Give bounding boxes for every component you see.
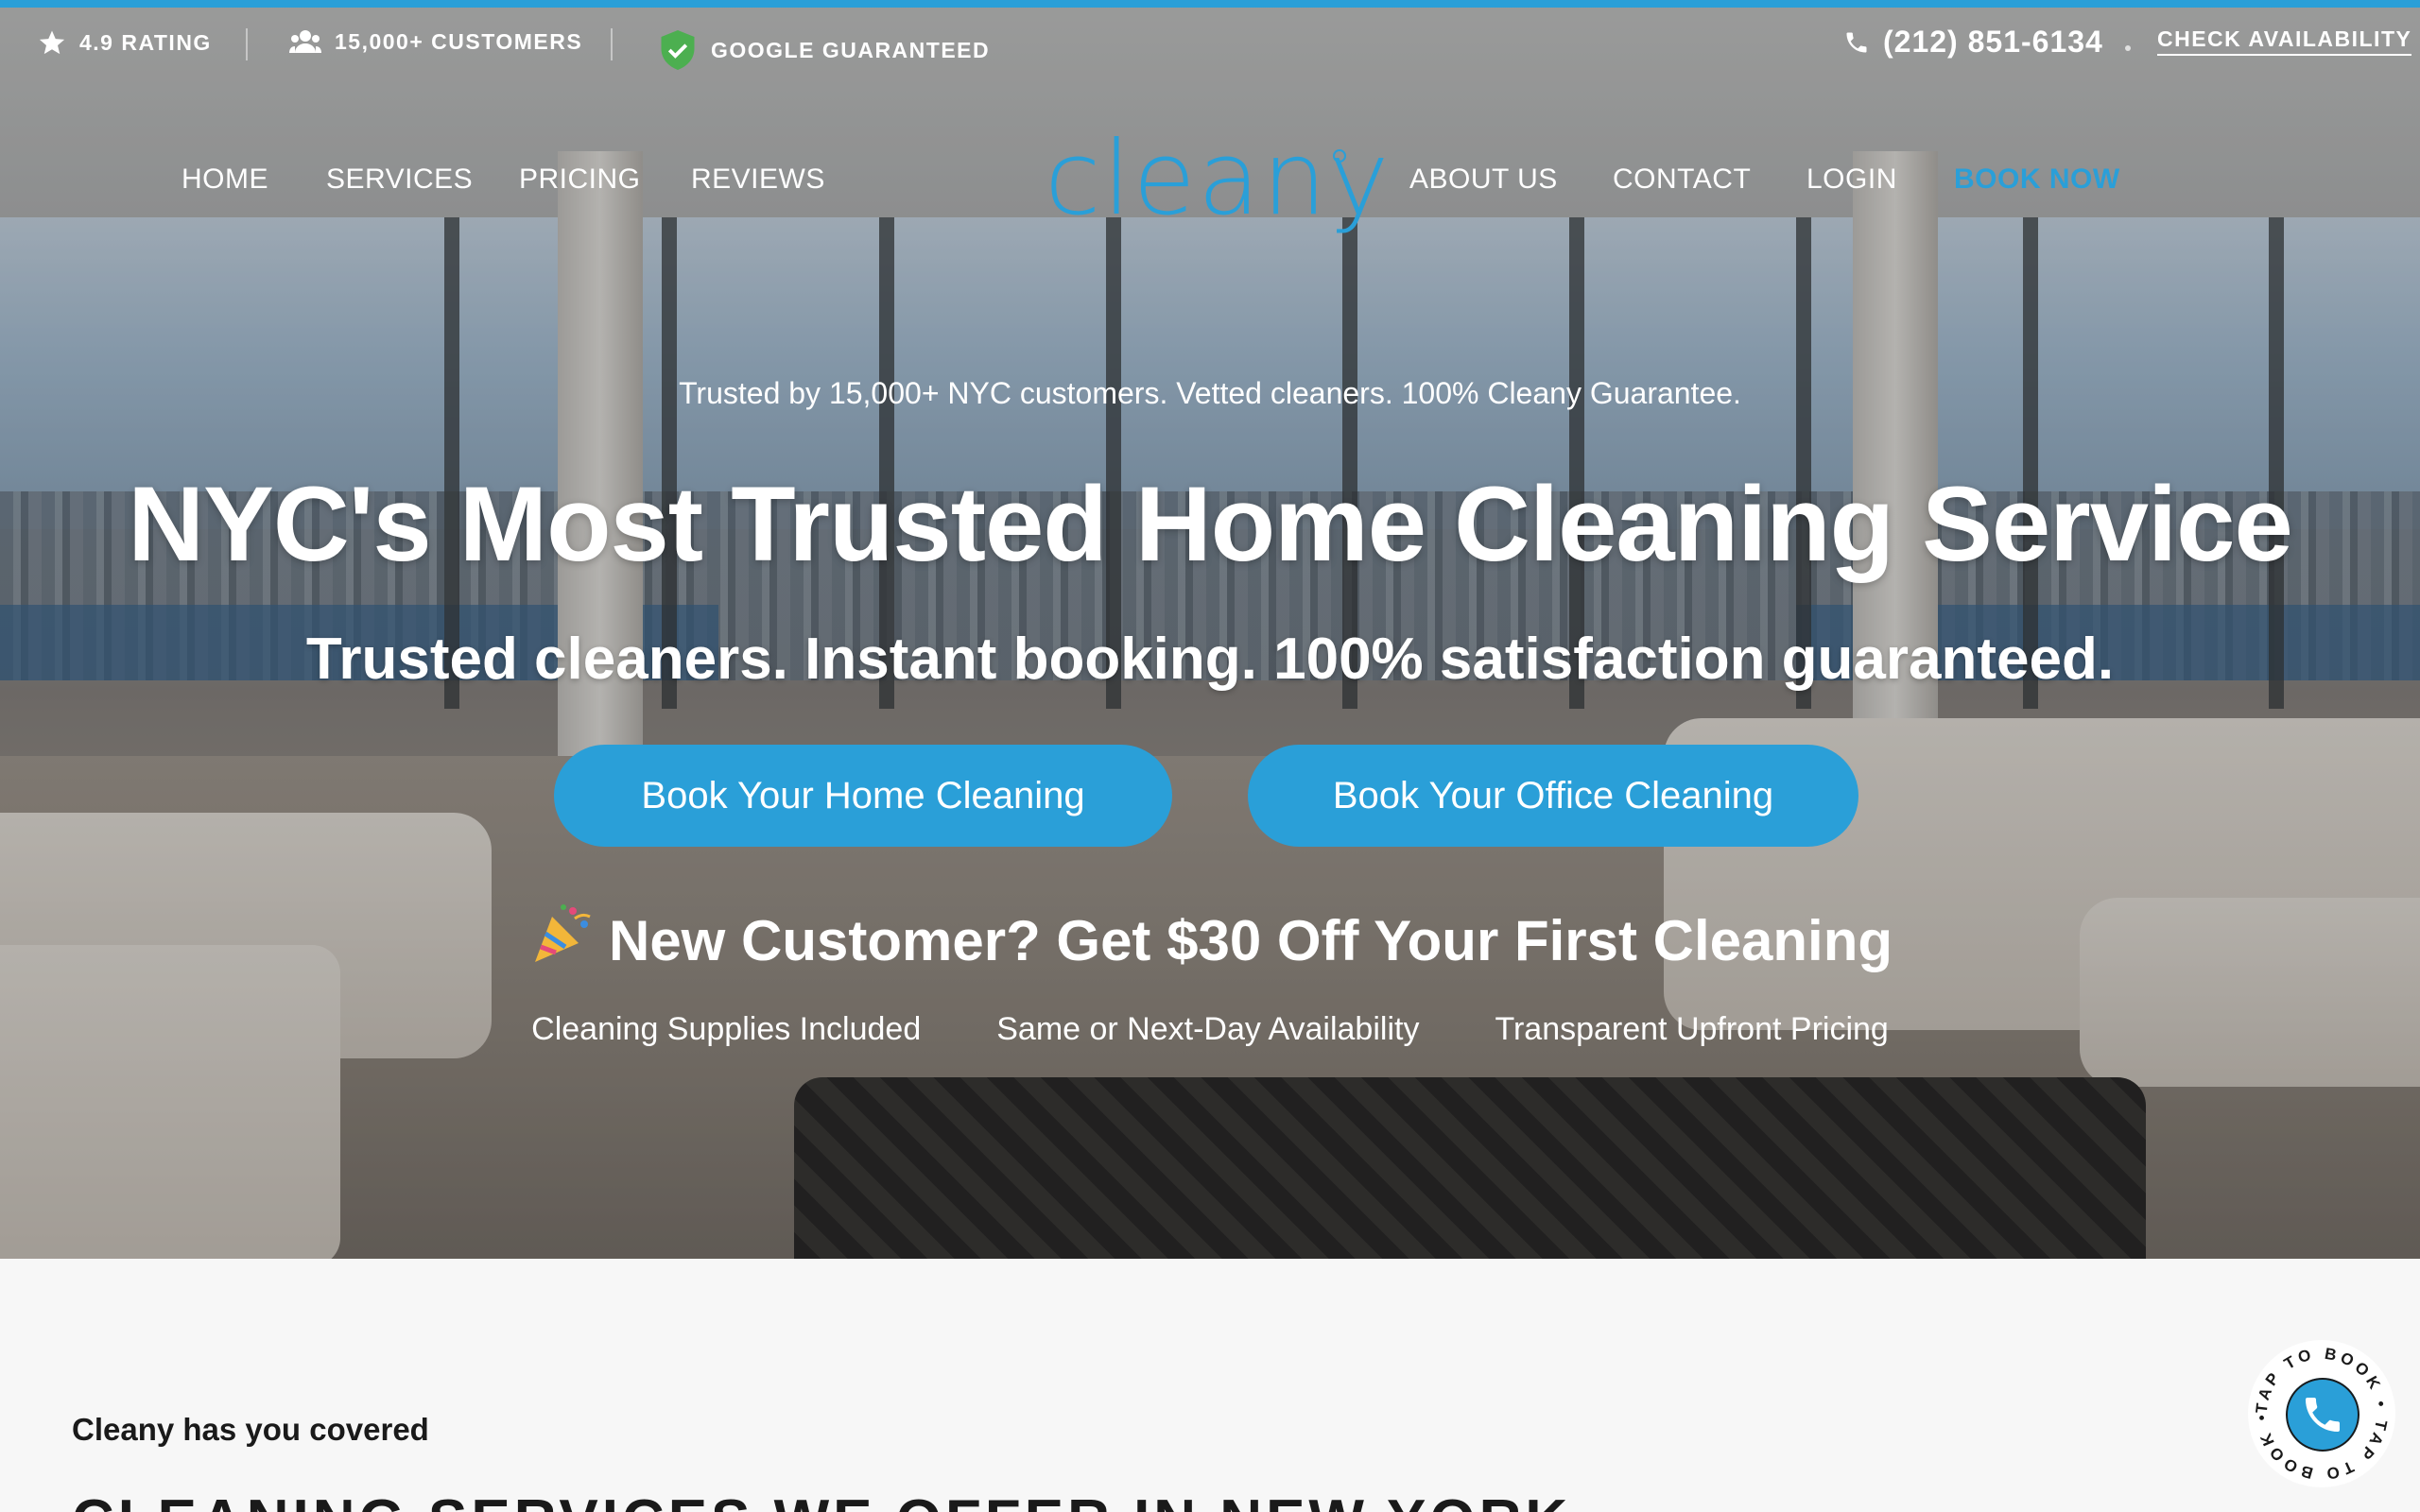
rating-label: 4.9 RATING [79,29,212,55]
phone-link[interactable]: (212) 851-6134 [1843,25,2103,60]
nav-book-now[interactable]: BOOK NOW [1954,163,2120,196]
registered-mark [1333,149,1346,163]
cleany-logo[interactable]: cleany [1045,129,1391,231]
nav-contact[interactable]: CONTACT [1613,163,1751,196]
rating-item: 4.9 RATING [38,28,212,57]
feature-availability: Same or Next-Day Availability [996,1011,1420,1047]
star-icon [39,30,65,55]
badge-phone-button[interactable] [2280,1372,2365,1457]
nav-home[interactable]: HOME [182,163,268,196]
services-heading: CLEANING SERVICES WE OFFER IN NEW YORK [72,1487,1571,1512]
hero-tagline: Trusted by 15,000+ NYC customers. Vetted… [679,376,1741,410]
feature-list: Cleaning Supplies Included Same or Next-… [0,1011,2420,1048]
phone-icon [2306,1398,2340,1432]
users-icon [289,30,321,53]
guarantee-label: GOOGLE GUARANTEED [711,37,991,62]
shield-check-icon [661,30,695,70]
nav-services[interactable]: SERVICES [326,163,473,196]
tap-to-book-badge[interactable]: TAP TO BOOK • TAP TO BOOK • [2246,1338,2397,1489]
promo-text: New Customer? Get $30 Off Your First Cle… [608,908,1893,972]
guarantee-item: GOOGLE GUARANTEED [658,28,990,72]
nav-about-us[interactable]: ABOUT US [1409,163,1558,196]
nav-pricing[interactable]: PRICING [519,163,641,196]
top-info-bar: 4.9 RATING 15,000+ CUSTOMERS GOOGLE GUAR… [0,8,2420,77]
feature-supplies: Cleaning Supplies Included [531,1011,922,1047]
main-navigation: HOME SERVICES PRICING REVIEWS cleany ABO… [0,129,2420,236]
hero-subhead: Trusted cleaners. Instant booking. 100% … [305,627,2115,692]
nav-login[interactable]: LOGIN [1806,163,1897,196]
nav-reviews[interactable]: REVIEWS [691,163,825,196]
top-accent-bar [0,0,2420,8]
new-customer-promo: New Customer? Get $30 Off Your First Cle… [0,900,2420,981]
party-popper-icon [527,900,596,981]
customers-label: 15,000+ CUSTOMERS [335,28,583,54]
book-home-cleaning-button[interactable]: Book Your Home Cleaning [554,745,1172,847]
separator-dot [2125,45,2131,51]
phone-number: (212) 851-6134 [1883,25,2103,59]
check-availability-link[interactable]: CHECK AVAILABILITY [2157,26,2412,56]
book-office-cleaning-button[interactable]: Book Your Office Cleaning [1248,745,1858,847]
section-eyebrow: Cleany has you covered [72,1412,429,1447]
customers-item: 15,000+ CUSTOMERS [289,28,582,55]
hero-headline: NYC's Most Trusted Home Cleaning Service [128,465,2292,583]
feature-pricing: Transparent Upfront Pricing [1495,1011,1889,1047]
phone-icon [1846,32,1867,52]
